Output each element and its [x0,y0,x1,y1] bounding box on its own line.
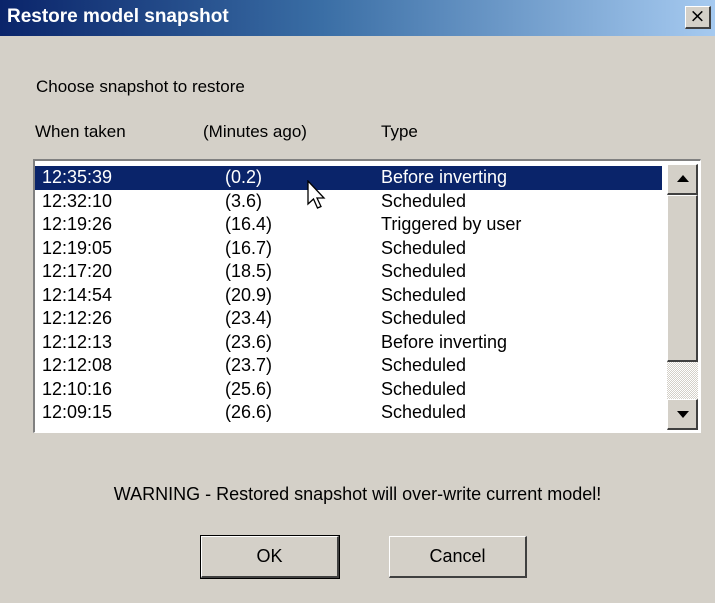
snapshot-time: 12:12:13 [42,331,113,352]
mouse-pointer-icon [307,180,326,209]
title-bar: Restore model snapshot × [0,0,715,36]
scroll-down-arrow-icon [677,411,689,418]
scrollbar-track[interactable] [667,362,698,399]
snapshot-type: Scheduled [381,308,467,328]
snapshot-type: Scheduled [381,378,467,399]
snapshot-row[interactable]: 12:17:20 (18.5) Scheduled [35,260,662,284]
snapshot-minutes-ago: (16.4) [225,214,273,234]
snapshot-row[interactable]: 12:12:26 (23.4) Scheduled [35,307,662,331]
snapshot-time: 12:35:39 [42,167,113,187]
snapshot-minutes-ago: (16.7) [225,237,273,258]
snapshot-minutes-ago: (0.2) [225,167,263,187]
dialog-title: Restore model snapshot [7,6,229,27]
close-button[interactable]: × [685,6,711,29]
snapshot-row[interactable]: 12:32:10 (3.6) Scheduled [35,190,662,214]
snapshot-type: Before inverting [381,331,508,352]
snapshot-time: 12:12:08 [42,355,113,375]
snapshot-type: Before inverting [381,167,508,187]
snapshot-time: 12:19:26 [42,214,113,234]
snapshot-time: 12:32:10 [42,190,113,211]
snapshot-type: Scheduled [381,261,467,281]
snapshot-minutes-ago: (25.6) [225,378,273,399]
column-header-type: Type [381,122,418,141]
column-header-when-taken: When taken [35,122,126,141]
snapshot-row[interactable]: 12:19:26 (16.4) Triggered by user [35,213,662,237]
close-icon: × [689,5,706,27]
snapshot-minutes-ago: (20.9) [225,284,273,305]
vertical-scrollbar[interactable] [667,164,698,430]
snapshot-type: Scheduled [381,190,467,211]
snapshot-time: 12:19:05 [42,237,113,258]
snapshot-row[interactable]: 12:12:08 (23.7) Scheduled [35,354,662,378]
snapshot-time: 12:14:54 [42,284,113,305]
snapshot-type: Scheduled [381,355,467,375]
snapshot-type: Scheduled [381,402,467,422]
ok-button[interactable]: OK [200,535,340,579]
snapshot-type: Scheduled [381,284,467,305]
snapshot-row[interactable]: 12:14:54 (20.9) Scheduled [35,284,662,308]
snapshot-minutes-ago: (23.6) [225,331,273,352]
snapshot-row[interactable]: 12:10:16 (25.6) Scheduled [35,378,662,402]
scroll-down-button[interactable] [667,399,698,430]
scroll-up-arrow-icon [677,175,689,182]
snapshot-row[interactable]: 12:19:05 (16.7) Scheduled [35,237,662,261]
scroll-up-button[interactable] [667,164,698,195]
column-header-minutes-ago: (Minutes ago) [203,122,307,141]
restore-snapshot-dialog: Restore model snapshot × Choose snapshot… [0,0,715,603]
snapshot-minutes-ago: (26.6) [225,402,273,422]
snapshot-row[interactable]: 12:12:13 (23.6) Before inverting [35,331,662,355]
snapshot-minutes-ago: (18.5) [225,261,273,281]
snapshot-type: Scheduled [381,237,467,258]
snapshot-time: 12:12:26 [42,308,113,328]
snapshot-list[interactable]: 12:35:39 (0.2) Before inverting 12:32:10 (3.… [33,159,701,433]
snapshot-row[interactable]: 12:35:39 (0.2) Before inverting [35,166,662,190]
snapshot-rows: 12:35:39 (0.2) Before inverting 12:32:10 (3.… [35,166,662,425]
snapshot-row[interactable]: 12:09:15 (26.6) Scheduled [35,401,662,425]
snapshot-time: 12:17:20 [42,261,113,281]
snapshot-minutes-ago: (3.6) [225,190,263,211]
instruction-label: Choose snapshot to restore [36,77,245,96]
snapshot-minutes-ago: (23.7) [225,355,273,375]
scrollbar-thumb[interactable] [667,195,698,362]
snapshot-time: 12:10:16 [42,378,113,399]
snapshot-time: 12:09:15 [42,402,113,422]
snapshot-type: Triggered by user [381,214,522,234]
overwrite-warning: WARNING - Restored snapshot will over-wr… [113,484,602,504]
cancel-button[interactable]: Cancel [389,536,527,578]
snapshot-minutes-ago: (23.4) [225,308,273,328]
